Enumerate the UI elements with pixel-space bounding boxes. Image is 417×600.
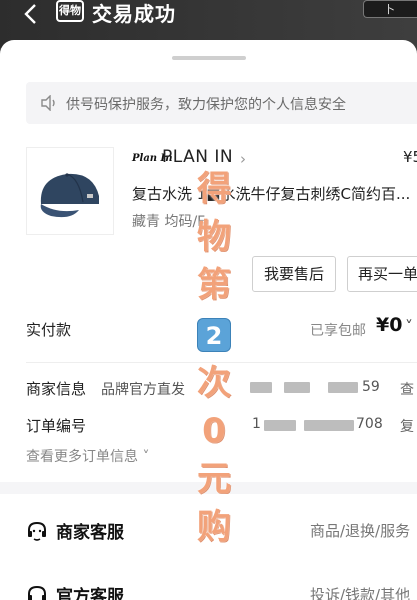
promo-overlay: 得 物 第 2 次 0 元 购 <box>186 165 242 551</box>
service-title: 商家客服 <box>56 523 124 543</box>
merchant-phone-tail: 59 <box>362 379 380 395</box>
privacy-notice-text: 供号码保护服务，致力保护您的个人信息安全 <box>66 97 346 113</box>
masked-text <box>264 420 296 431</box>
promo-char: 元 <box>197 459 231 499</box>
masked-text <box>284 382 310 393</box>
sheet-handle[interactable] <box>172 56 246 60</box>
merchant-info-value: 品牌官方直发 <box>101 382 185 398</box>
promo-char: 得 <box>197 169 231 209</box>
official-service-row[interactable]: 官方客服 投诉/钱款/其他 <box>26 580 417 600</box>
promo-char: 购 <box>197 507 231 547</box>
order-number-tail: 708 <box>356 416 383 432</box>
payment-expand-icon[interactable]: ˅ <box>405 317 413 336</box>
more-order-info-link[interactable]: 查看更多订单信息 ˅ <box>26 446 149 466</box>
promo-char: 0 <box>202 411 226 451</box>
product-price: ¥5 <box>403 148 417 166</box>
payment-label: 实付款 <box>26 321 72 339</box>
order-number-label: 订单编号 <box>26 417 87 435</box>
payment-amount: ¥0 <box>376 314 403 336</box>
service-subtitle: 投诉/钱款/其他 <box>310 586 411 600</box>
service-subtitle: 商品/退换/服务 <box>310 522 411 540</box>
top-right-badge-text: 卜 <box>384 3 395 16</box>
masked-text <box>304 420 354 431</box>
merchant-view-action[interactable]: 查 <box>400 379 414 399</box>
brand-name[interactable]: PLAN IN <box>162 147 233 167</box>
back-arrow-icon[interactable] <box>20 2 44 26</box>
app-logo: 得物 <box>56 0 84 22</box>
headset-icon <box>28 585 46 600</box>
privacy-notice: 供号码保护服务，致力保护您的个人信息安全 <box>26 82 417 124</box>
page-title: 交易成功 <box>92 2 176 26</box>
product-title[interactable]: 复古水洗 1■水洗牛仔复古刺绣C简约百... <box>132 183 417 204</box>
cap-image <box>40 173 99 218</box>
merchant-info-label: 商家信息 <box>26 380 87 398</box>
headset-icon <box>28 521 46 541</box>
product-image[interactable] <box>26 147 114 235</box>
speaker-icon <box>41 95 55 111</box>
service-title: 官方客服 <box>56 587 124 600</box>
order-number-head: 1 <box>252 416 261 432</box>
after-sale-button[interactable]: 我要售后 <box>252 256 336 292</box>
top-right-badge[interactable]: 卜 <box>363 0 417 18</box>
masked-text <box>328 382 358 393</box>
masked-text <box>250 382 272 393</box>
promo-char: 第 <box>197 265 231 305</box>
free-shipping-note: 已享包邮 <box>310 323 366 339</box>
copy-order-action[interactable]: 复 <box>400 416 414 436</box>
promo-char: 次 <box>197 363 231 403</box>
rebuy-button[interactable]: 再买一单 <box>347 256 417 292</box>
promo-number-badge: 2 <box>197 318 231 352</box>
promo-char: 物 <box>197 217 231 257</box>
